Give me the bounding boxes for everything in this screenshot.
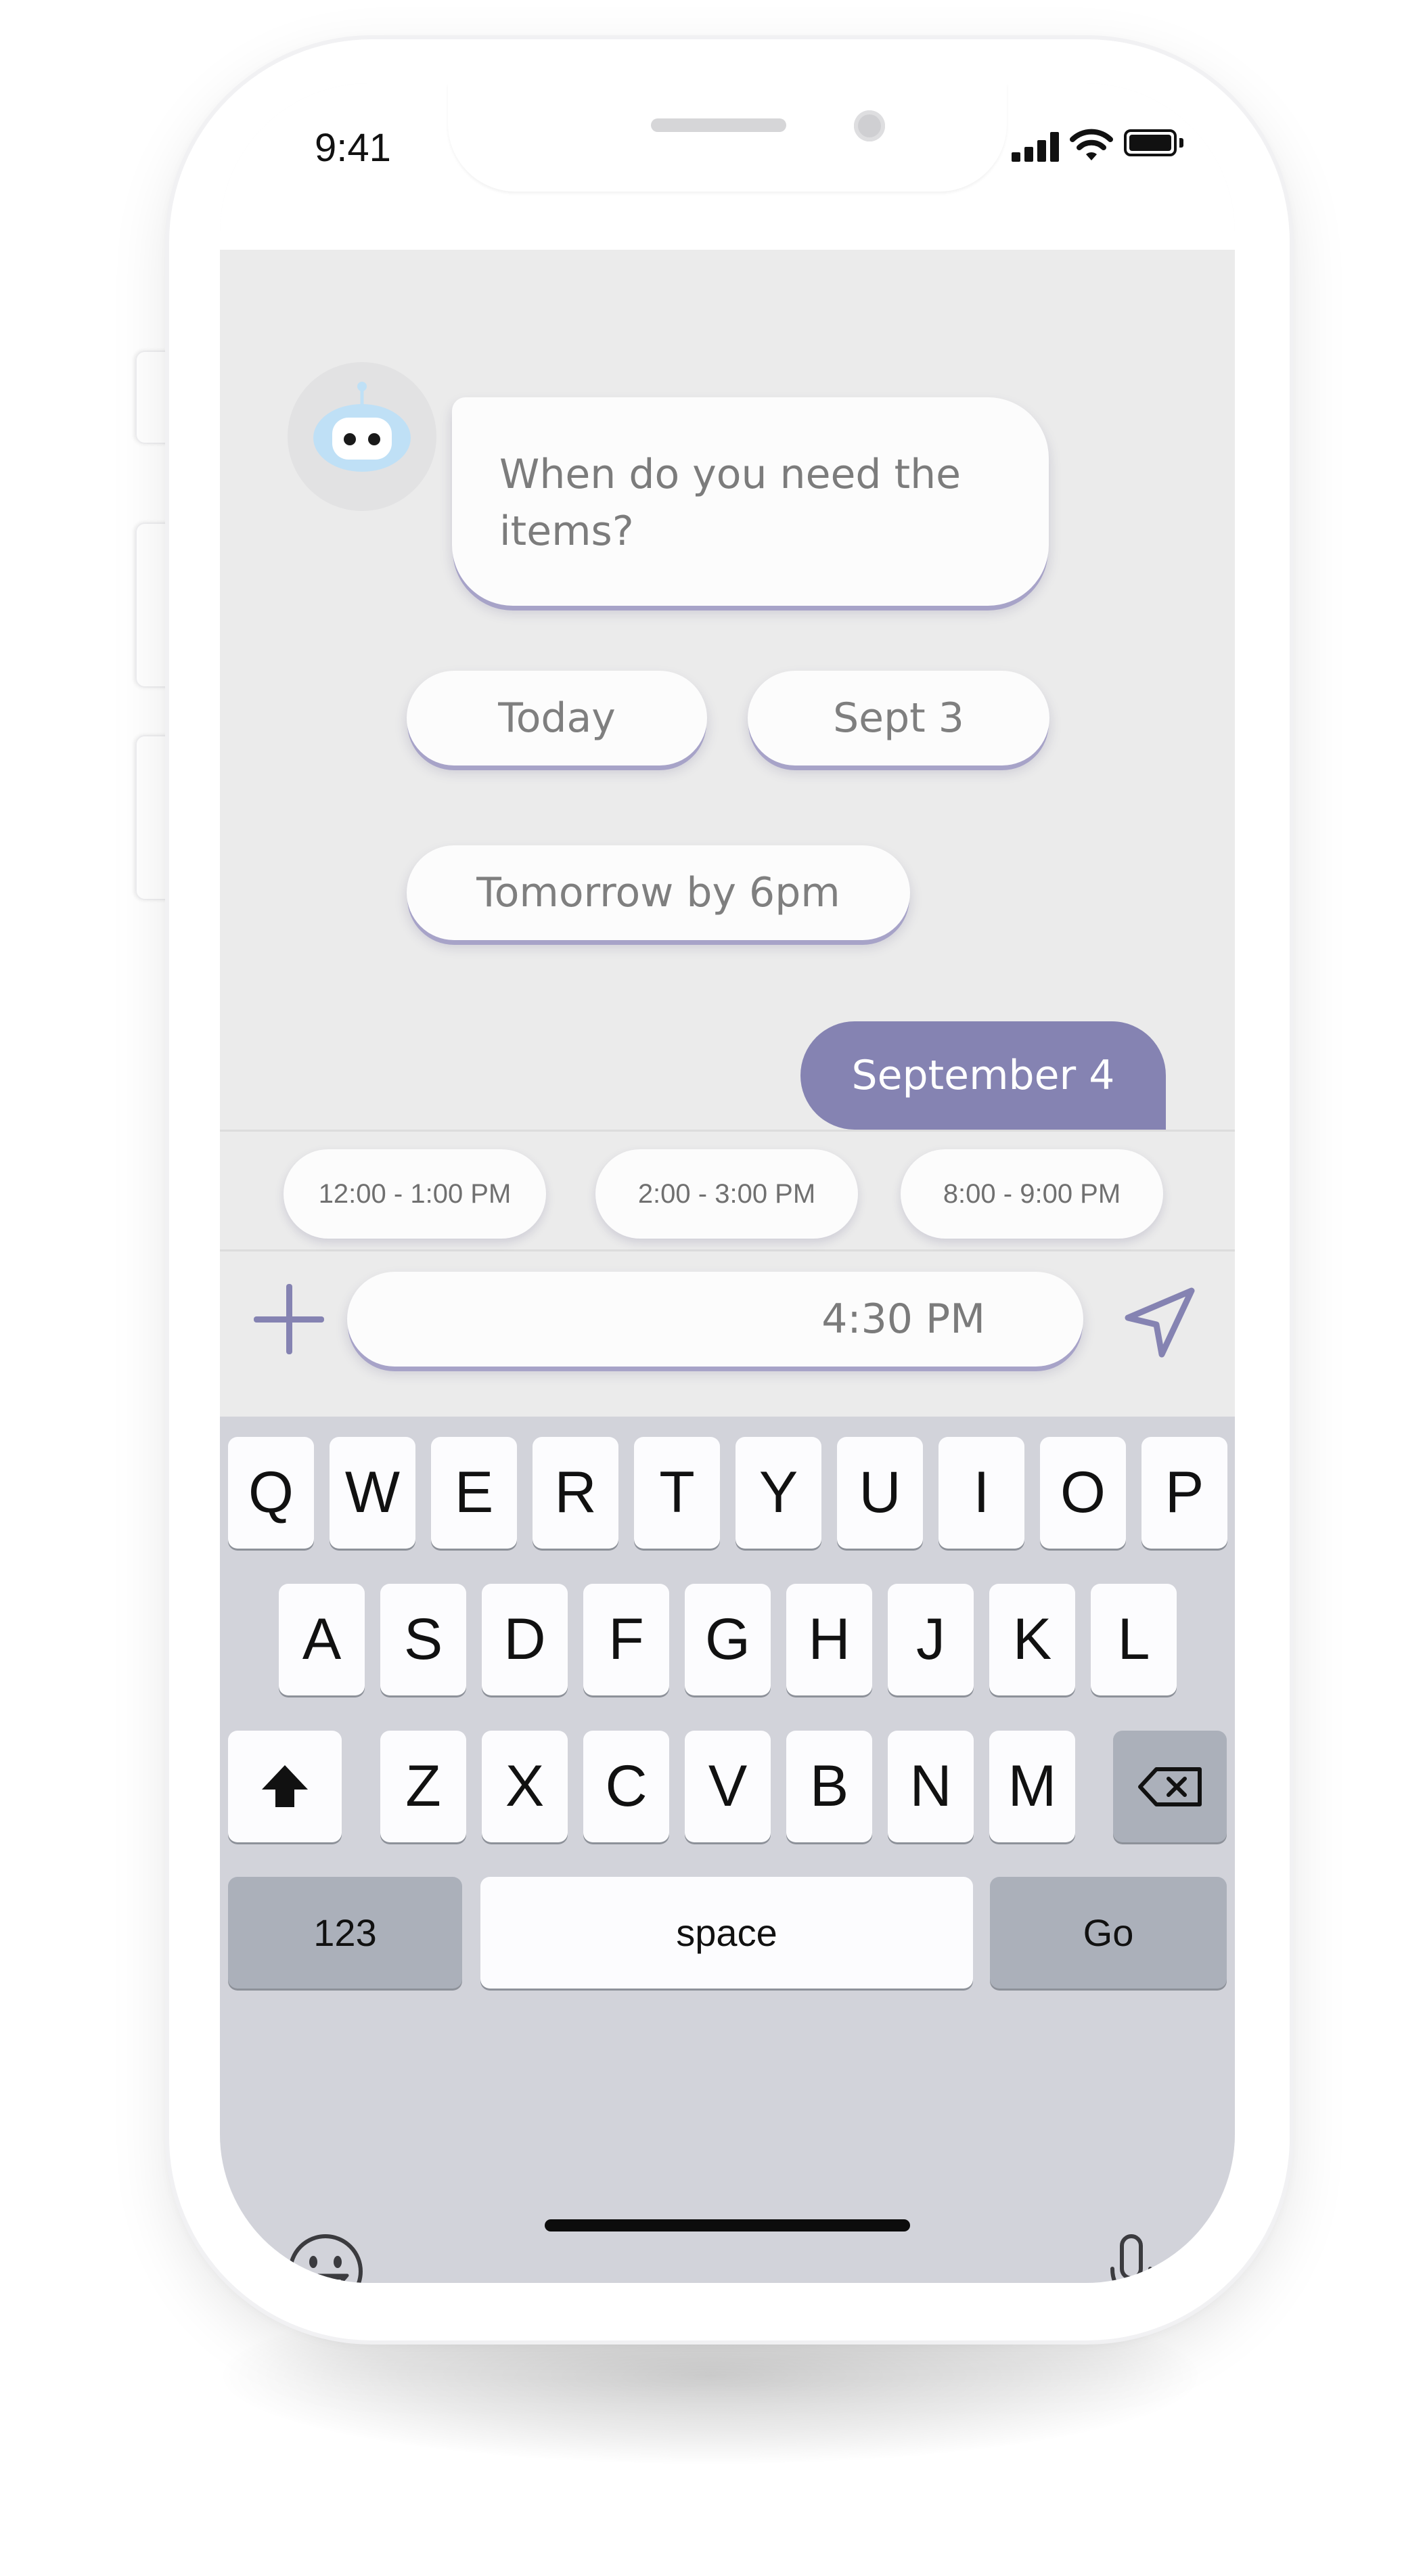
status-bar: 9:41	[220, 83, 1235, 250]
key-y[interactable]: Y	[736, 1437, 821, 1549]
key-m[interactable]: M	[989, 1731, 1075, 1842]
time-slot-option[interactable]: 12:00 - 1:00 PM	[284, 1149, 546, 1239]
space-key[interactable]: space	[480, 1877, 973, 1989]
robot-icon	[313, 382, 411, 472]
mute-switch	[135, 351, 171, 444]
key-c[interactable]: C	[583, 1731, 669, 1842]
key-b[interactable]: B	[786, 1731, 872, 1842]
key-p[interactable]: P	[1141, 1437, 1227, 1549]
message-input[interactable]: 4:30 PM	[347, 1272, 1083, 1367]
front-camera	[854, 110, 885, 141]
key-e[interactable]: E	[431, 1437, 517, 1549]
cellular-signal-icon	[1012, 131, 1060, 162]
key-h[interactable]: H	[786, 1584, 872, 1695]
key-w[interactable]: W	[330, 1437, 415, 1549]
key-o[interactable]: O	[1040, 1437, 1126, 1549]
status-time: 9:41	[315, 126, 391, 170]
key-u[interactable]: U	[837, 1437, 923, 1549]
quick-reply-today[interactable]: Today	[407, 671, 707, 765]
key-r[interactable]: R	[533, 1437, 618, 1549]
key-l[interactable]: L	[1091, 1584, 1177, 1695]
chat-area[interactable]: When do you need the items? Today Sept 3…	[220, 250, 1235, 1215]
battery-icon	[1124, 129, 1177, 156]
key-a[interactable]: A	[279, 1584, 365, 1695]
key-j[interactable]: J	[888, 1584, 974, 1695]
volume-down-button	[135, 735, 171, 900]
notch	[448, 83, 1007, 192]
quick-reply-sept-3[interactable]: Sept 3	[748, 671, 1049, 765]
time-slot-bar: 12:00 - 1:00 PM 2:00 - 3:00 PM 8:00 - 9:…	[220, 1130, 1235, 1251]
key-i[interactable]: I	[938, 1437, 1024, 1549]
quick-reply-tomorrow[interactable]: Tomorrow by 6pm	[407, 845, 910, 940]
key-k[interactable]: K	[989, 1584, 1075, 1695]
key-f[interactable]: F	[583, 1584, 669, 1695]
speaker-grille	[651, 118, 786, 132]
backspace-icon	[1138, 1767, 1202, 1806]
time-slot-option[interactable]: 2:00 - 3:00 PM	[595, 1149, 858, 1239]
bot-message-bubble: When do you need the items?	[452, 397, 1049, 606]
user-message-bubble: September 4	[800, 1021, 1166, 1130]
key-v[interactable]: V	[685, 1731, 771, 1842]
wifi-icon	[1070, 129, 1113, 160]
shift-key[interactable]	[228, 1731, 342, 1842]
key-s[interactable]: S	[380, 1584, 466, 1695]
numbers-key[interactable]: 123	[228, 1877, 462, 1989]
battery-cap	[1179, 138, 1183, 148]
keyboard: Q W E R T Y U I O P A S D F G H J K L Z …	[220, 1417, 1235, 2283]
phone-screen: 9:41 When do you need the items? Today S…	[220, 83, 1235, 2283]
backspace-key[interactable]	[1113, 1731, 1227, 1842]
key-g[interactable]: G	[685, 1584, 771, 1695]
key-d[interactable]: D	[482, 1584, 568, 1695]
bot-avatar	[288, 362, 436, 511]
key-n[interactable]: N	[888, 1731, 974, 1842]
emoji-icon[interactable]	[286, 2232, 365, 2283]
key-x[interactable]: X	[482, 1731, 568, 1842]
microphone-icon[interactable]	[1104, 2232, 1158, 2283]
key-q[interactable]: Q	[228, 1437, 314, 1549]
send-arrow-icon[interactable]	[1120, 1283, 1201, 1364]
home-indicator[interactable]	[545, 2219, 910, 2231]
key-t[interactable]: T	[634, 1437, 720, 1549]
shift-icon	[262, 1764, 308, 1807]
volume-up-button	[135, 523, 171, 688]
time-slot-option[interactable]: 8:00 - 9:00 PM	[901, 1149, 1163, 1239]
plus-icon[interactable]	[254, 1284, 324, 1354]
key-z[interactable]: Z	[380, 1731, 466, 1842]
go-key[interactable]: Go	[990, 1877, 1227, 1989]
message-composer: 4:30 PM	[220, 1251, 1235, 1417]
